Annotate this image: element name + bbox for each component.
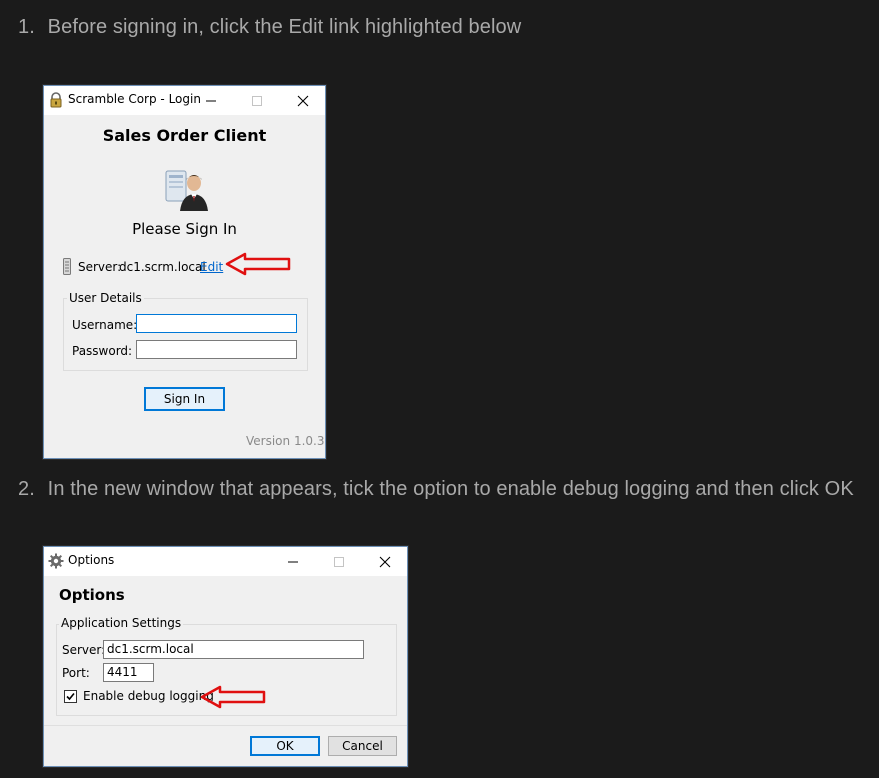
- red-arrow-icon: [225, 252, 291, 276]
- close-icon: [297, 95, 309, 107]
- login-heading: Sales Order Client: [102, 126, 267, 145]
- port-input[interactable]: 4411: [103, 663, 154, 682]
- step-number: 2.: [18, 478, 35, 500]
- username-input[interactable]: [136, 314, 297, 333]
- title-bar: Options: [44, 547, 407, 576]
- port-label: Port:: [62, 666, 90, 680]
- server-input[interactable]: dc1.scrm.local: [103, 640, 364, 659]
- ok-button[interactable]: OK: [250, 736, 320, 756]
- close-icon: [379, 556, 391, 568]
- step-text: Before signing in, click the Edit link h…: [47, 16, 522, 38]
- minimize-icon: [288, 561, 298, 563]
- step-2-instruction: 2. In the new window that appears, tick …: [18, 478, 854, 501]
- step-text: In the new window that appears, tick the…: [47, 478, 854, 500]
- close-button[interactable]: [280, 86, 326, 115]
- sign-in-button[interactable]: Sign In: [144, 387, 225, 411]
- title-bar: Scramble Corp - Login: [44, 86, 325, 115]
- user-login-icon: [165, 170, 208, 211]
- minimize-button[interactable]: [188, 86, 234, 115]
- password-label: Password:: [72, 344, 133, 358]
- minimize-icon: [206, 100, 216, 102]
- options-window: Options Options Application Settings Ser…: [43, 546, 408, 767]
- server-label: Server:: [78, 260, 122, 274]
- maximize-icon: [334, 557, 344, 567]
- step-1-instruction: 1. Before signing in, click the Edit lin…: [18, 16, 521, 39]
- password-input[interactable]: [136, 340, 297, 359]
- server-icon: [63, 258, 71, 275]
- server-label: Server:: [62, 643, 106, 657]
- close-button[interactable]: [362, 547, 408, 576]
- minimize-button[interactable]: [270, 547, 316, 576]
- debug-logging-label[interactable]: Enable debug logging: [83, 689, 214, 703]
- gear-icon: [48, 553, 64, 569]
- user-details-group: [63, 298, 308, 371]
- red-arrow-icon: [200, 685, 266, 709]
- login-window: Scramble Corp - Login Sales Order Client…: [43, 85, 326, 459]
- maximize-icon: [252, 96, 262, 106]
- window-title: Options: [68, 553, 115, 567]
- options-heading: Options: [59, 586, 125, 604]
- maximize-button[interactable]: [234, 86, 280, 115]
- debug-logging-checkbox[interactable]: [64, 690, 77, 703]
- step-number: 1.: [18, 16, 35, 38]
- application-settings-title: Application Settings: [59, 616, 184, 630]
- login-subheading: Please Sign In: [132, 220, 237, 238]
- edit-server-link[interactable]: Edit: [200, 260, 223, 274]
- username-label: Username:: [72, 318, 138, 332]
- cancel-button[interactable]: Cancel: [328, 736, 397, 756]
- maximize-button[interactable]: [316, 547, 362, 576]
- user-details-title: User Details: [67, 291, 144, 305]
- server-value: dc1.scrm.local: [119, 260, 206, 274]
- window-title: Scramble Corp - Login: [68, 92, 201, 106]
- lock-icon: [50, 92, 62, 108]
- version-label: Version 1.0.3: [246, 434, 325, 448]
- checkbox-checked-icon: [66, 692, 75, 701]
